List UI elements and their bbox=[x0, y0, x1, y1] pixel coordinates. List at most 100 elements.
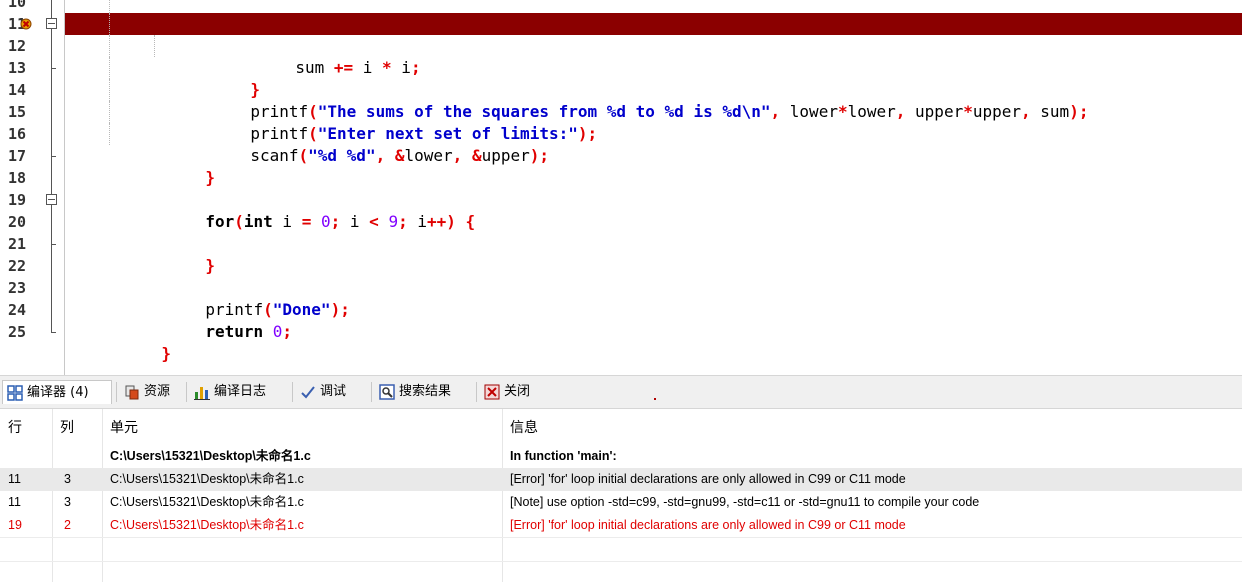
line-number: 10 bbox=[8, 0, 27, 11]
close-icon bbox=[484, 384, 500, 400]
code-line-18[interactable]: 18 bbox=[0, 167, 1242, 189]
cell-line: 11 bbox=[8, 495, 21, 509]
code-line-16[interactable]: 16 scanf("%d %d", &lower, &upper); bbox=[0, 123, 1242, 165]
code-line-13[interactable]: 13 } bbox=[0, 57, 1242, 99]
cell-info: [Error] 'for' loop initial declarations … bbox=[510, 518, 906, 532]
tab-separator bbox=[476, 382, 477, 402]
cell-unit: C:\Users\15321\Desktop\未命名1.c bbox=[110, 472, 304, 486]
tab-search-results[interactable]: 搜索结果 bbox=[375, 380, 455, 404]
compiler-icon bbox=[7, 384, 23, 401]
fold-toggle[interactable] bbox=[42, 13, 62, 35]
code-line-11[interactable]: 11 for(int i = lower; i <= upper; i++) { bbox=[0, 13, 1242, 55]
fold-guide bbox=[42, 299, 62, 321]
tab-compiler[interactable]: 编译器 (4) bbox=[2, 380, 112, 404]
stray-dot bbox=[654, 398, 656, 400]
indent-guide bbox=[109, 13, 111, 35]
code-line-15[interactable]: 15 printf("Enter next set of limits:"); bbox=[0, 101, 1242, 143]
code-area[interactable]: printf("The sums of the squares from %d … bbox=[65, 79, 1242, 121]
line-number: 18 bbox=[8, 169, 27, 187]
table-row[interactable]: 19 2 C:\Users\15321\Desktop\未命名1.c [Erro… bbox=[0, 514, 1242, 537]
cell-unit: C:\Users\15321\Desktop\未命名1.c bbox=[110, 449, 311, 463]
column-header-unit[interactable]: 单元 bbox=[110, 417, 138, 437]
line-number: 21 bbox=[8, 235, 27, 253]
table-row[interactable]: 11 3 C:\Users\15321\Desktop\未命名1.c [Erro… bbox=[0, 468, 1242, 491]
tab-separator bbox=[292, 382, 293, 402]
search-results-icon bbox=[379, 384, 395, 400]
cell-unit: C:\Users\15321\Desktop\未命名1.c bbox=[110, 495, 304, 509]
code-lines: 10 int sum = 0; 11 bbox=[0, 0, 1242, 363]
code-text: scanf("%d %d", &lower, &upper); bbox=[154, 123, 549, 165]
code-line-24[interactable]: 24 return 0; bbox=[0, 299, 1242, 341]
tab-resources[interactable]: 资源 bbox=[120, 380, 174, 404]
code-line-20[interactable]: 20 bbox=[0, 211, 1242, 233]
fold-guide bbox=[42, 35, 62, 57]
table-row[interactable]: 11 3 C:\Users\15321\Desktop\未命名1.c [Note… bbox=[0, 491, 1242, 514]
code-line-12[interactable]: 12 sum += i * i; bbox=[0, 35, 1242, 77]
tab-compile-log[interactable]: 编译日志 bbox=[190, 380, 270, 404]
column-header-line[interactable]: 行 bbox=[8, 417, 22, 437]
line-number: 14 bbox=[8, 81, 27, 99]
code-area[interactable]: printf("Enter next set of limits:"); bbox=[65, 101, 1242, 143]
error-marker-icon[interactable] bbox=[20, 18, 32, 30]
code-area[interactable] bbox=[65, 211, 1242, 233]
tab-label: 搜索结果 bbox=[399, 384, 452, 399]
indent-guide bbox=[154, 35, 156, 57]
code-area[interactable]: } bbox=[65, 145, 1242, 187]
code-area[interactable]: } bbox=[65, 233, 1242, 275]
cell-unit: C:\Users\15321\Desktop\未命名1.c bbox=[110, 518, 304, 532]
tab-close[interactable]: 关闭 bbox=[480, 380, 534, 404]
table-row[interactable]: C:\Users\15321\Desktop\未命名1.c In functio… bbox=[0, 445, 1242, 468]
fold-guide bbox=[42, 233, 62, 255]
code-line-25[interactable]: 25 } bbox=[0, 321, 1242, 363]
code-text: for(int i = lower; i <= upper; i++) { bbox=[154, 13, 606, 55]
fold-guide bbox=[42, 321, 62, 343]
cell-info: [Error] 'for' loop initial declarations … bbox=[510, 472, 906, 486]
code-area[interactable]: for(int i = lower; i <= upper; i++) { bbox=[65, 13, 1242, 55]
code-line-17[interactable]: 17 } bbox=[0, 145, 1242, 187]
gutter-border bbox=[64, 0, 65, 375]
code-text: printf("The sums of the squares from %d … bbox=[154, 79, 1088, 121]
code-text: } bbox=[65, 321, 171, 363]
code-line-19[interactable]: 19 for(int i = 0; i < 9; i++) { bbox=[0, 189, 1242, 231]
code-text: sum += i * i; bbox=[199, 35, 420, 77]
indent-guide bbox=[109, 0, 111, 13]
code-text: return 0; bbox=[109, 299, 292, 341]
code-area[interactable]: for(int i = 0; i < 9; i++) { bbox=[65, 189, 1242, 231]
code-text: } bbox=[109, 145, 215, 187]
fold-guide bbox=[42, 123, 62, 145]
code-area[interactable] bbox=[65, 255, 1242, 277]
compiler-results-table[interactable]: 行 列 单元 信息 C:\Users\15321\Desktop\未命名1.c … bbox=[0, 409, 1242, 582]
column-header-col[interactable]: 列 bbox=[60, 417, 74, 437]
line-number: 22 bbox=[8, 257, 27, 275]
tab-label: 关闭 bbox=[504, 384, 531, 399]
line-number: 12 bbox=[8, 37, 27, 55]
code-line-22[interactable]: 22 bbox=[0, 255, 1242, 277]
tab-separator bbox=[186, 382, 187, 402]
line-number: 24 bbox=[8, 301, 27, 319]
code-area[interactable]: printf("Done"); bbox=[65, 277, 1242, 319]
code-area[interactable]: return 0; bbox=[65, 299, 1242, 341]
fold-guide bbox=[42, 57, 62, 79]
fold-toggle[interactable] bbox=[42, 189, 62, 211]
cell-line: 19 bbox=[8, 518, 22, 532]
tab-label: 编译日志 bbox=[214, 384, 267, 399]
code-area[interactable]: int sum = 0; bbox=[65, 0, 1242, 33]
code-line-14[interactable]: 14 printf("The sums of the squares from … bbox=[0, 79, 1242, 121]
tab-label: 编译器 (4) bbox=[27, 384, 89, 400]
code-area[interactable] bbox=[65, 167, 1242, 189]
tab-debug[interactable]: 调试 bbox=[296, 380, 350, 404]
code-text: } bbox=[154, 57, 260, 99]
code-area[interactable]: sum += i * i; bbox=[65, 35, 1242, 77]
fold-guide bbox=[42, 255, 62, 277]
bottom-panel-tabs: 编译器 (4) 资源 编译日志 调试 搜索结果 关闭 bbox=[0, 375, 1242, 409]
resources-icon bbox=[125, 385, 139, 400]
code-line-10[interactable]: 10 int sum = 0; bbox=[0, 0, 1242, 33]
fold-guide bbox=[42, 101, 62, 123]
code-area[interactable]: } bbox=[65, 321, 1242, 363]
code-line-23[interactable]: 23 printf("Done"); bbox=[0, 277, 1242, 319]
code-area[interactable]: scanf("%d %d", &lower, &upper); bbox=[65, 123, 1242, 165]
code-editor[interactable]: 10 int sum = 0; 11 bbox=[0, 0, 1242, 375]
code-area[interactable]: } bbox=[65, 57, 1242, 99]
column-header-info[interactable]: 信息 bbox=[510, 417, 538, 437]
code-line-21[interactable]: 21 } bbox=[0, 233, 1242, 275]
